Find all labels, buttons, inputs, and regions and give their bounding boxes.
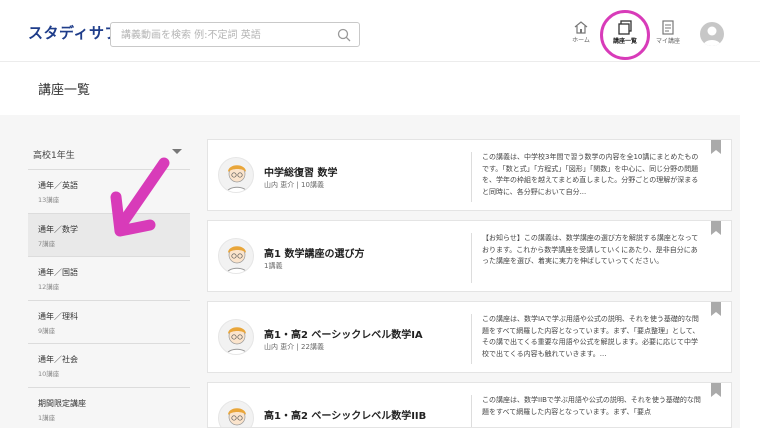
bookmark-icon[interactable] [711, 140, 721, 154]
sidebar-item-count: 12講座 [38, 283, 60, 291]
course-meta: 山内 恵介 | 10講義 [264, 181, 324, 189]
sidebar-item-name: 通年／社会 [38, 355, 78, 364]
my-courses-icon [662, 20, 674, 35]
page-title: 講座一覧 [38, 83, 91, 98]
course-title[interactable]: 高1・高2 ベーシックレベル数学IIB [264, 407, 426, 422]
top-bar: スタディサプリ ホーム 講座一覧 マイ講座 [0, 0, 760, 62]
course-meta: 山内 恵介 | 22講義 [264, 343, 324, 351]
bookmark-icon[interactable] [711, 383, 721, 397]
home-icon [574, 21, 588, 34]
course-card[interactable]: 高1 数学講座の選び方 1講義 【お知らせ】この講義は、数学講座の選び方を解説す… [207, 220, 732, 292]
course-description: この講義は、中学校3年間で習う数学の内容を全10講にまとめたものです。「数と式」… [471, 152, 703, 202]
course-card[interactable]: 高1・高2 ベーシックレベル数学IA 山内 恵介 | 22講義 この講座は、数学… [207, 301, 732, 373]
sidebar-item-name: 通年／理科 [38, 311, 78, 321]
bookmark-icon[interactable] [711, 221, 721, 235]
user-icon [703, 26, 721, 46]
pointer-arrow-annotation [110, 157, 170, 237]
teacher-illustration-icon [226, 246, 248, 273]
teacher-avatar [218, 238, 254, 274]
course-title[interactable]: 高1・高2 ベーシックレベル数学IA [264, 326, 423, 341]
user-avatar[interactable] [700, 22, 724, 46]
bookmark-icon[interactable] [711, 302, 721, 316]
course-card[interactable]: 中学総復習 数学 山内 恵介 | 10講義 この講義は、中学校3年間で習う数学の… [207, 139, 732, 211]
course-description: この講座は、数学IAで学ぶ用語や公式の説明、それを使う基礎的な問題をすべて網羅し… [471, 314, 703, 364]
chevron-down-icon[interactable] [172, 149, 182, 154]
sidebar-item-name: 通年／国語 [38, 268, 78, 277]
sidebar-item-name: 期間限定講座 [38, 398, 86, 408]
teacher-avatar [218, 400, 254, 427]
course-meta: 1講義 [264, 262, 283, 270]
search-icon[interactable] [337, 28, 351, 42]
sidebar-item-limited[interactable]: 期間限定講座 1講座 [28, 388, 190, 428]
title-bar: 講座一覧 [0, 63, 740, 115]
nav-my-courses-label: マイ講座 [655, 38, 680, 45]
teacher-avatar [218, 319, 254, 355]
sidebar-item-count: 1講座 [38, 413, 56, 422]
course-description: 【お知らせ】この講義は、数学講座の選び方を解説する講座となっております。これから… [471, 233, 703, 283]
sidebar-item-count: 10講座 [38, 370, 60, 378]
nav-my-courses[interactable]: マイ講座 [646, 20, 690, 50]
teacher-illustration-icon [226, 165, 248, 192]
course-card[interactable]: 高1・高2 ベーシックレベル数学IIB この講座は、数学IIBで学ぶ用語や公式の… [207, 382, 732, 428]
search-box[interactable] [110, 22, 360, 47]
teacher-illustration-icon [228, 408, 246, 426]
sidebar-item-science[interactable]: 通年／理科 9講座 [28, 301, 190, 344]
grade-label: 高校1年生 [33, 151, 75, 161]
teacher-illustration-icon [226, 327, 248, 354]
sidebar-item-social[interactable]: 通年／社会 10講座 [28, 344, 190, 388]
course-title[interactable]: 中学総復習 数学 [264, 164, 337, 179]
course-title[interactable]: 高1 数学講座の選び方 [264, 245, 364, 260]
sidebar-item-japanese[interactable]: 通年／国語 12講座 [28, 257, 190, 301]
nav-home-label: ホーム [572, 37, 590, 44]
highlight-circle-annotation [600, 10, 650, 60]
course-description: この講座は、数学IIBで学ぶ用語や公式の説明、それを使う基礎的な問題をすべて網羅… [471, 395, 703, 427]
teacher-avatar [218, 157, 254, 193]
nav-home[interactable]: ホーム [559, 20, 603, 50]
search-input[interactable] [111, 24, 326, 47]
sidebar-item-count: 9講座 [38, 326, 56, 335]
